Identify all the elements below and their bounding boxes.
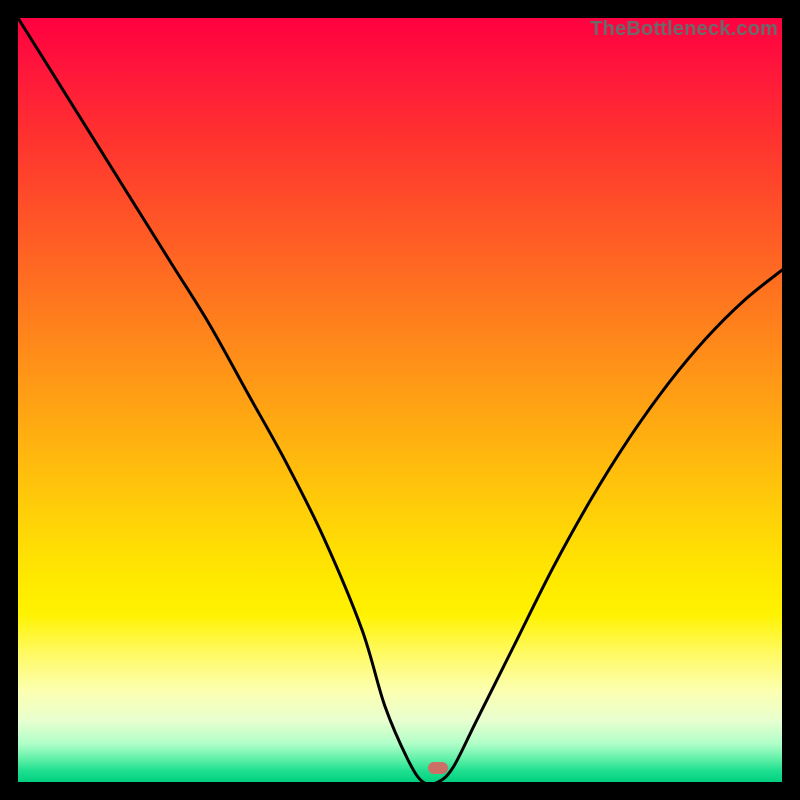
minimum-marker	[428, 762, 448, 774]
chart-container: TheBottleneck.com	[0, 0, 800, 800]
plot-area: TheBottleneck.com	[18, 18, 782, 782]
bottleneck-curve	[18, 18, 782, 782]
